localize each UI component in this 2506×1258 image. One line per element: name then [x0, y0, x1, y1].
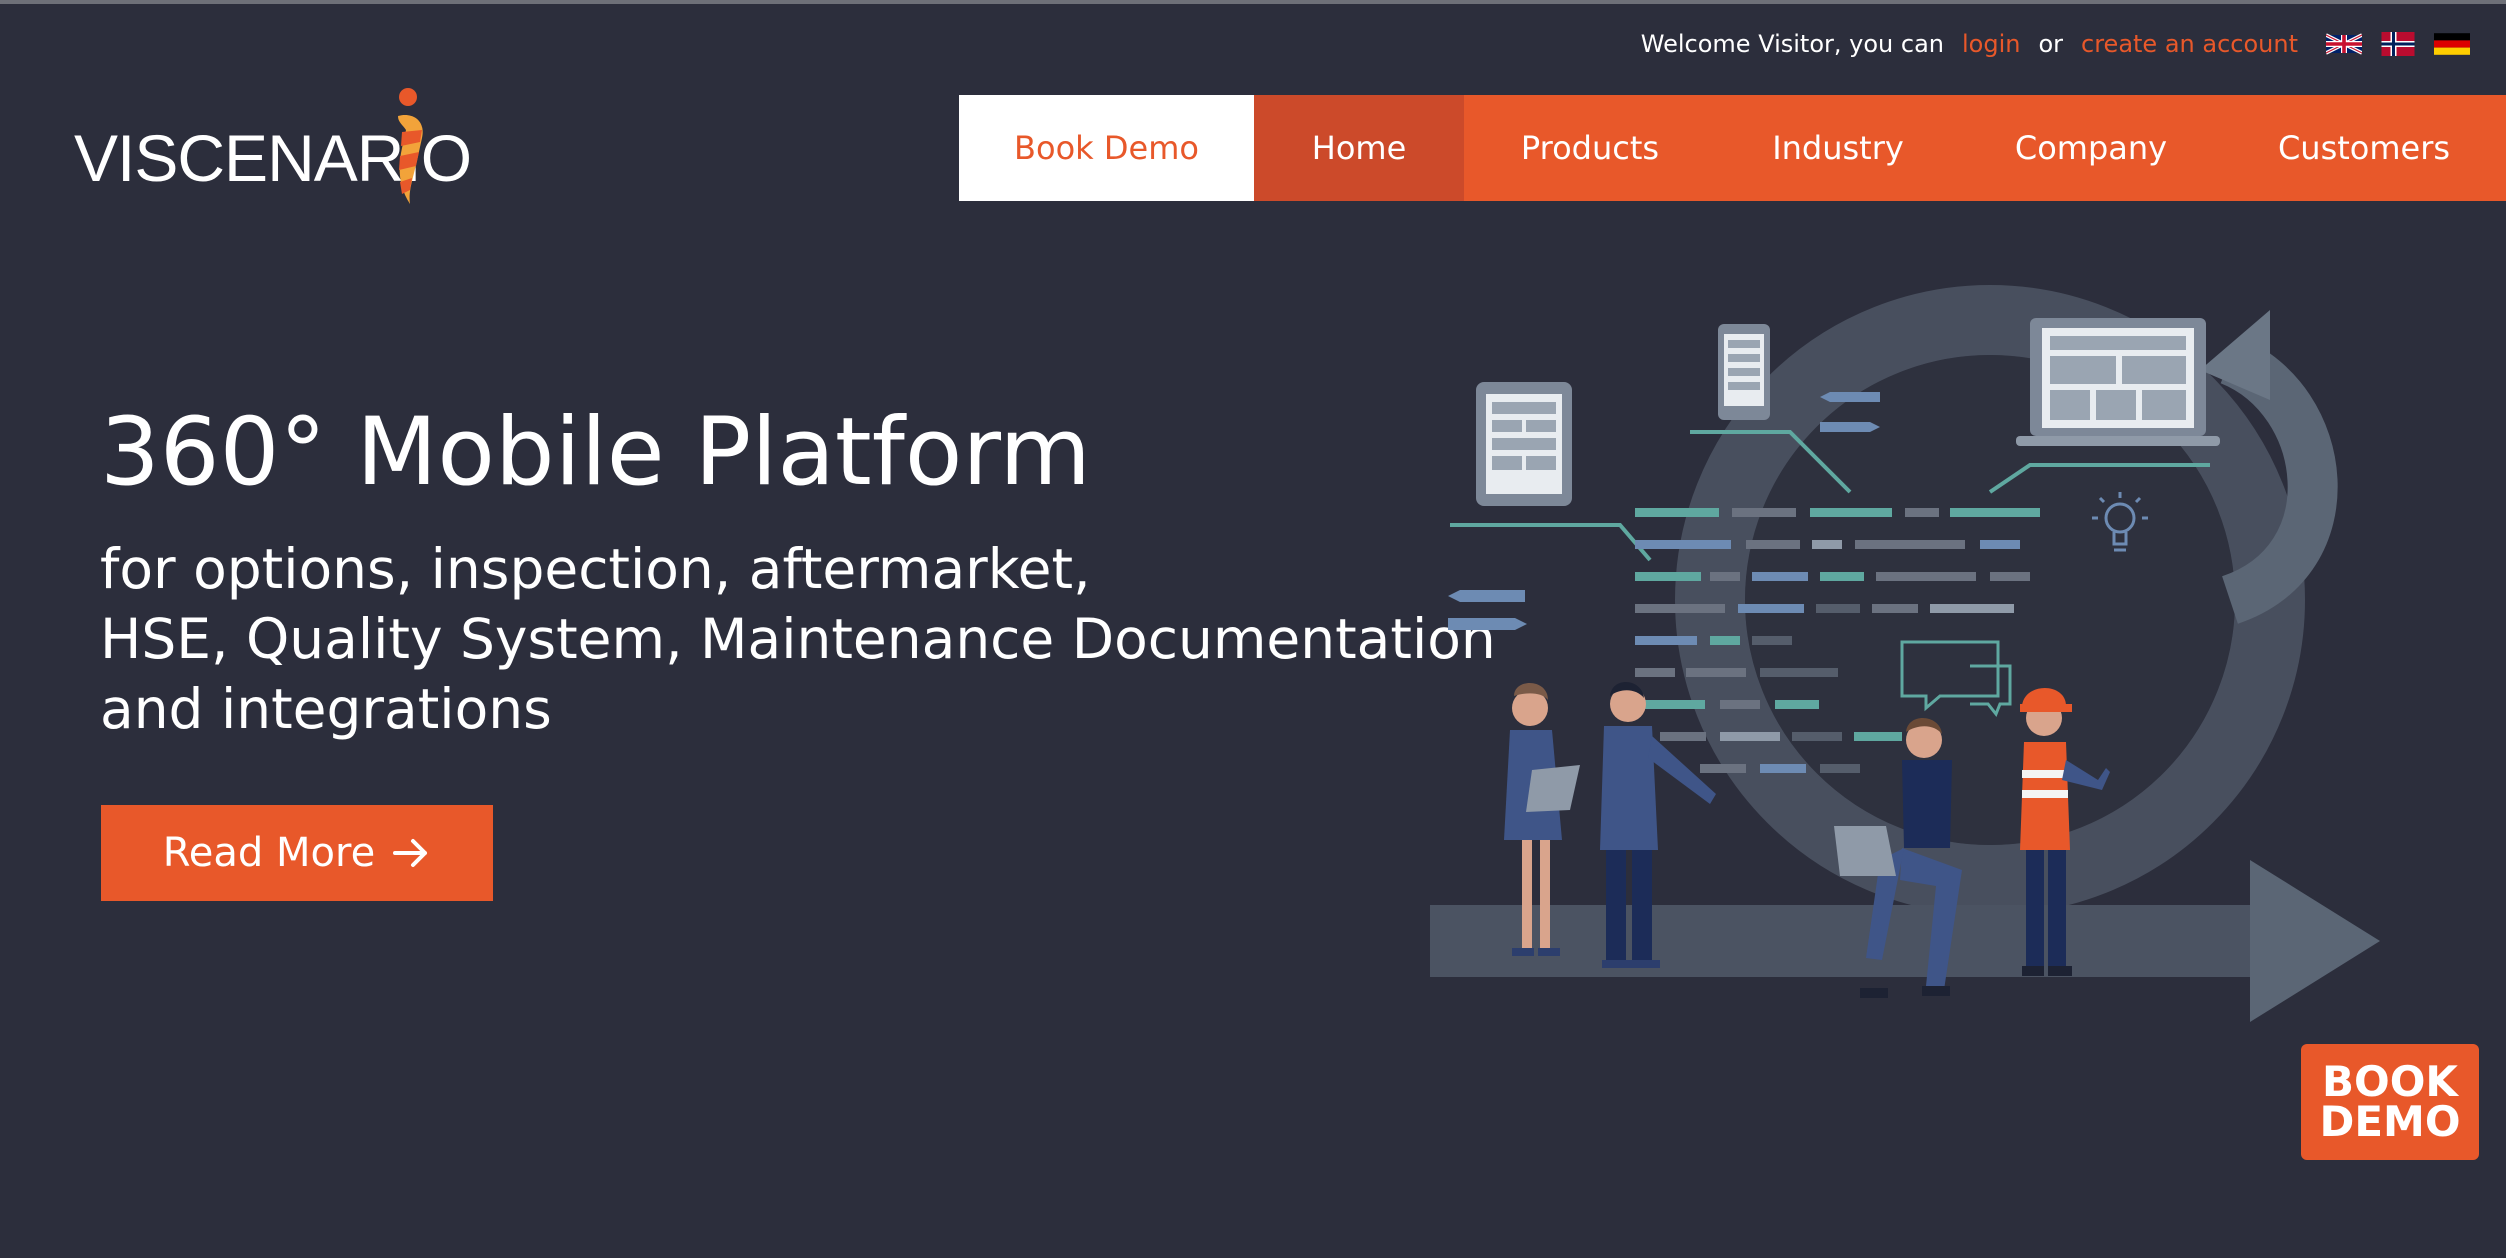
- hero-subtitle: for options, inspection, aftermarket, HS…: [100, 534, 1496, 744]
- main-nav: Book Demo Home Products Industry Company…: [959, 95, 2506, 201]
- hero-subtitle-line: for options, inspection, aftermarket,: [100, 537, 1091, 601]
- or-text: or: [2038, 30, 2064, 58]
- nav-company[interactable]: Company: [1960, 95, 2222, 201]
- arrow-right-icon: [393, 839, 428, 867]
- nav-home[interactable]: Home: [1254, 95, 1464, 201]
- hero-title: 360° Mobile Platform: [100, 398, 1091, 507]
- hero-illustration: [1430, 285, 2380, 1022]
- logo-mark-icon: [398, 88, 423, 204]
- utility-bar: Welcome Visitor, you can login or create…: [1641, 26, 2470, 62]
- login-link[interactable]: login: [1962, 30, 2020, 58]
- hero-subtitle-line: and integrations: [100, 677, 552, 741]
- badge-line-1: BOOK: [2322, 1057, 2458, 1106]
- norway-flag-icon[interactable]: [2380, 32, 2416, 56]
- read-more-label: Read More: [162, 830, 376, 876]
- language-switcher: [2326, 32, 2470, 56]
- badge-line-2: DEMO: [2319, 1097, 2461, 1146]
- germany-flag-icon[interactable]: [2434, 32, 2470, 56]
- hero-subtitle-line: HSE, Quality System, Maintenance Documen…: [100, 607, 1496, 671]
- nav-products[interactable]: Products: [1464, 95, 1716, 201]
- nav-industry[interactable]: Industry: [1716, 95, 1960, 201]
- read-more-button[interactable]: Read More: [101, 805, 493, 901]
- welcome-text: Welcome Visitor, you can: [1640, 30, 1944, 58]
- site-logo[interactable]: VISCENARIO: [74, 86, 474, 216]
- book-demo-badge[interactable]: BOOK DEMO: [2301, 1044, 2479, 1160]
- nav-customers[interactable]: Customers: [2222, 95, 2506, 201]
- create-account-link[interactable]: create an account: [2081, 30, 2298, 58]
- uk-flag-icon[interactable]: [2326, 32, 2362, 56]
- nav-book-demo[interactable]: Book Demo: [959, 95, 1254, 201]
- top-border: [0, 0, 2506, 4]
